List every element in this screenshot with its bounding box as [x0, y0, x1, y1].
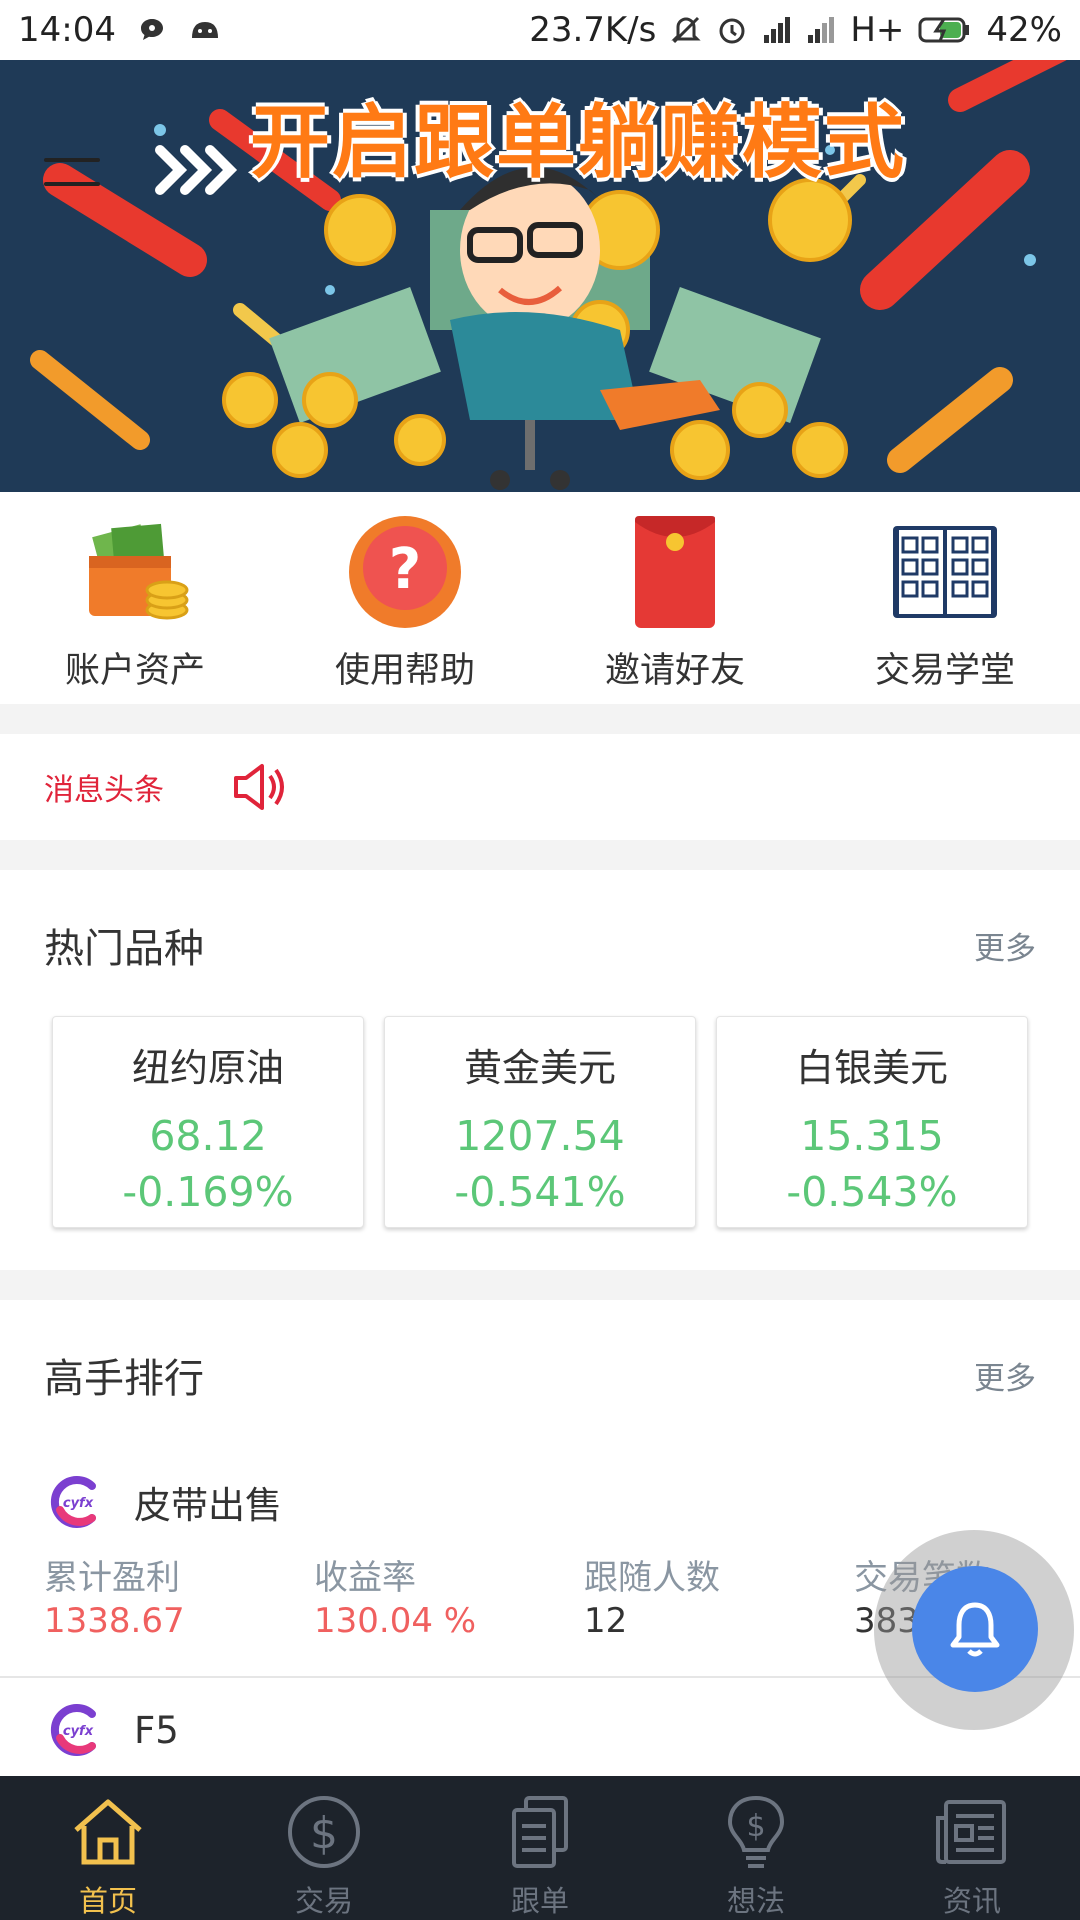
status-time: 14:04 [18, 10, 116, 50]
hot-products-list: 纽约原油 68.12 -0.169% 黄金美元 1207.54 -0.541% … [52, 1016, 1028, 1228]
product-price: 15.315 [800, 1112, 944, 1160]
dollar-icon: $ [288, 1796, 360, 1868]
nav-trading-school[interactable]: 交易学堂 [810, 492, 1080, 704]
notification-button[interactable] [912, 1566, 1038, 1692]
rankings-more-link[interactable]: 更多 [974, 1353, 1036, 1398]
tab-label: 资讯 [942, 1884, 1001, 1918]
svg-text:$: $ [746, 1809, 765, 1844]
signal-2-icon [808, 17, 835, 43]
rankings-header: 高手排行 更多 [44, 1340, 1036, 1410]
mute-icon [671, 16, 701, 44]
svg-text:cyfx: cyfx [63, 1496, 94, 1511]
chat-bubble-icon [140, 19, 163, 40]
stat-label: 收益率 [314, 1558, 416, 1598]
trader-logo-icon: cyfx [50, 1476, 96, 1528]
document-icon [512, 1796, 568, 1868]
product-card-gold[interactable]: 黄金美元 1207.54 -0.541% [384, 1016, 696, 1228]
bell-icon [950, 1602, 1000, 1657]
stat-value: 12 [584, 1601, 628, 1641]
stat-value: 130.04 % [314, 1601, 477, 1641]
product-change: -0.541% [454, 1168, 626, 1216]
bottom-tab-bar: 首页 $ 交易 跟单 $ 想法 资讯 [0, 1776, 1080, 1920]
stat-value: 1338.67 [44, 1601, 185, 1641]
tab-trade[interactable]: $ 交易 [216, 1776, 432, 1920]
trader-logo-icon: cyfx [50, 1704, 96, 1756]
network-type: H+ [850, 10, 905, 50]
red-envelope-icon [635, 516, 715, 628]
product-change: -0.169% [122, 1168, 294, 1216]
banner-title: 开启跟单躺赚模式 [250, 96, 906, 189]
hot-products-title: 热门品种 [44, 926, 204, 972]
tab-news[interactable]: 资讯 [864, 1776, 1080, 1920]
nav-label: 邀请好友 [604, 651, 745, 691]
product-change: -0.543% [786, 1168, 958, 1216]
nav-label: 交易学堂 [874, 651, 1015, 691]
rankings-title: 高手排行 [44, 1356, 204, 1402]
divider [0, 1270, 1080, 1300]
product-price: 1207.54 [455, 1112, 625, 1160]
alarm-icon [719, 18, 745, 44]
tab-label: 跟单 [510, 1884, 569, 1918]
nav-invite-friends[interactable]: 邀请好友 [540, 492, 810, 704]
svg-text:?: ? [389, 537, 421, 602]
news-label: 消息头条 [44, 773, 164, 808]
signal-icon [764, 17, 791, 43]
product-card-silver[interactable]: 白银美元 15.315 -0.543% [716, 1016, 1028, 1228]
tab-label: 首页 [78, 1884, 137, 1918]
book-icon [893, 526, 997, 618]
android-icon [191, 22, 218, 38]
nav-help[interactable]: ? 使用帮助 [270, 492, 540, 704]
stat-total-profit: 累计盈利 1338.67 [44, 1550, 314, 1641]
quick-nav: 账户资产 ? 使用帮助 邀请好友 交易学堂 [0, 492, 1080, 704]
speaker-icon [234, 764, 284, 810]
promo-banner[interactable]: 开启跟单躺赚模式 [0, 60, 1080, 492]
divider [0, 840, 1080, 870]
trader-name: F5 [134, 1708, 179, 1752]
nav-account-assets[interactable]: 账户资产 [0, 492, 270, 704]
tab-home[interactable]: 首页 [0, 1776, 216, 1920]
product-price: 68.12 [149, 1112, 267, 1160]
stat-label: 跟随人数 [584, 1558, 720, 1598]
divider [0, 704, 1080, 734]
tab-label: 交易 [294, 1884, 353, 1918]
lightbulb-icon: $ [727, 1795, 785, 1868]
svg-text:$: $ [310, 1808, 338, 1859]
trader-name: 皮带出售 [134, 1484, 282, 1527]
menu-icon[interactable] [44, 158, 100, 210]
tab-label: 想法 [726, 1884, 785, 1918]
product-card-crude-oil[interactable]: 纽约原油 68.12 -0.169% [52, 1016, 364, 1228]
stat-followers: 跟随人数 12 [584, 1550, 854, 1641]
home-icon [74, 1799, 142, 1865]
tab-ideas[interactable]: $ 想法 [648, 1776, 864, 1920]
hot-products-header: 热门品种 更多 [44, 910, 1036, 980]
svg-text:cyfx: cyfx [63, 1724, 94, 1739]
stat-label: 累计盈利 [44, 1558, 180, 1598]
help-icon: ? [349, 516, 461, 628]
status-bar: 14:04 23.7K/s H+ 42% [0, 0, 1080, 60]
product-name: 纽约原油 [131, 1046, 284, 1090]
net-speed: 23.7K/s [529, 10, 657, 50]
wallet-icon [89, 523, 189, 620]
news-icon [936, 1800, 1006, 1864]
news-ticker[interactable]: 消息头条 [0, 734, 1080, 840]
hot-products-more-link[interactable]: 更多 [974, 923, 1036, 968]
product-name: 黄金美元 [463, 1046, 616, 1090]
product-name: 白银美元 [795, 1046, 948, 1090]
nav-label: 使用帮助 [334, 651, 475, 691]
battery-icon [918, 17, 970, 43]
nav-label: 账户资产 [64, 651, 205, 691]
stat-return-rate: 收益率 130.04 % [314, 1550, 584, 1641]
battery-level: 42% [986, 10, 1062, 50]
tab-copy-trade[interactable]: 跟单 [432, 1776, 648, 1920]
